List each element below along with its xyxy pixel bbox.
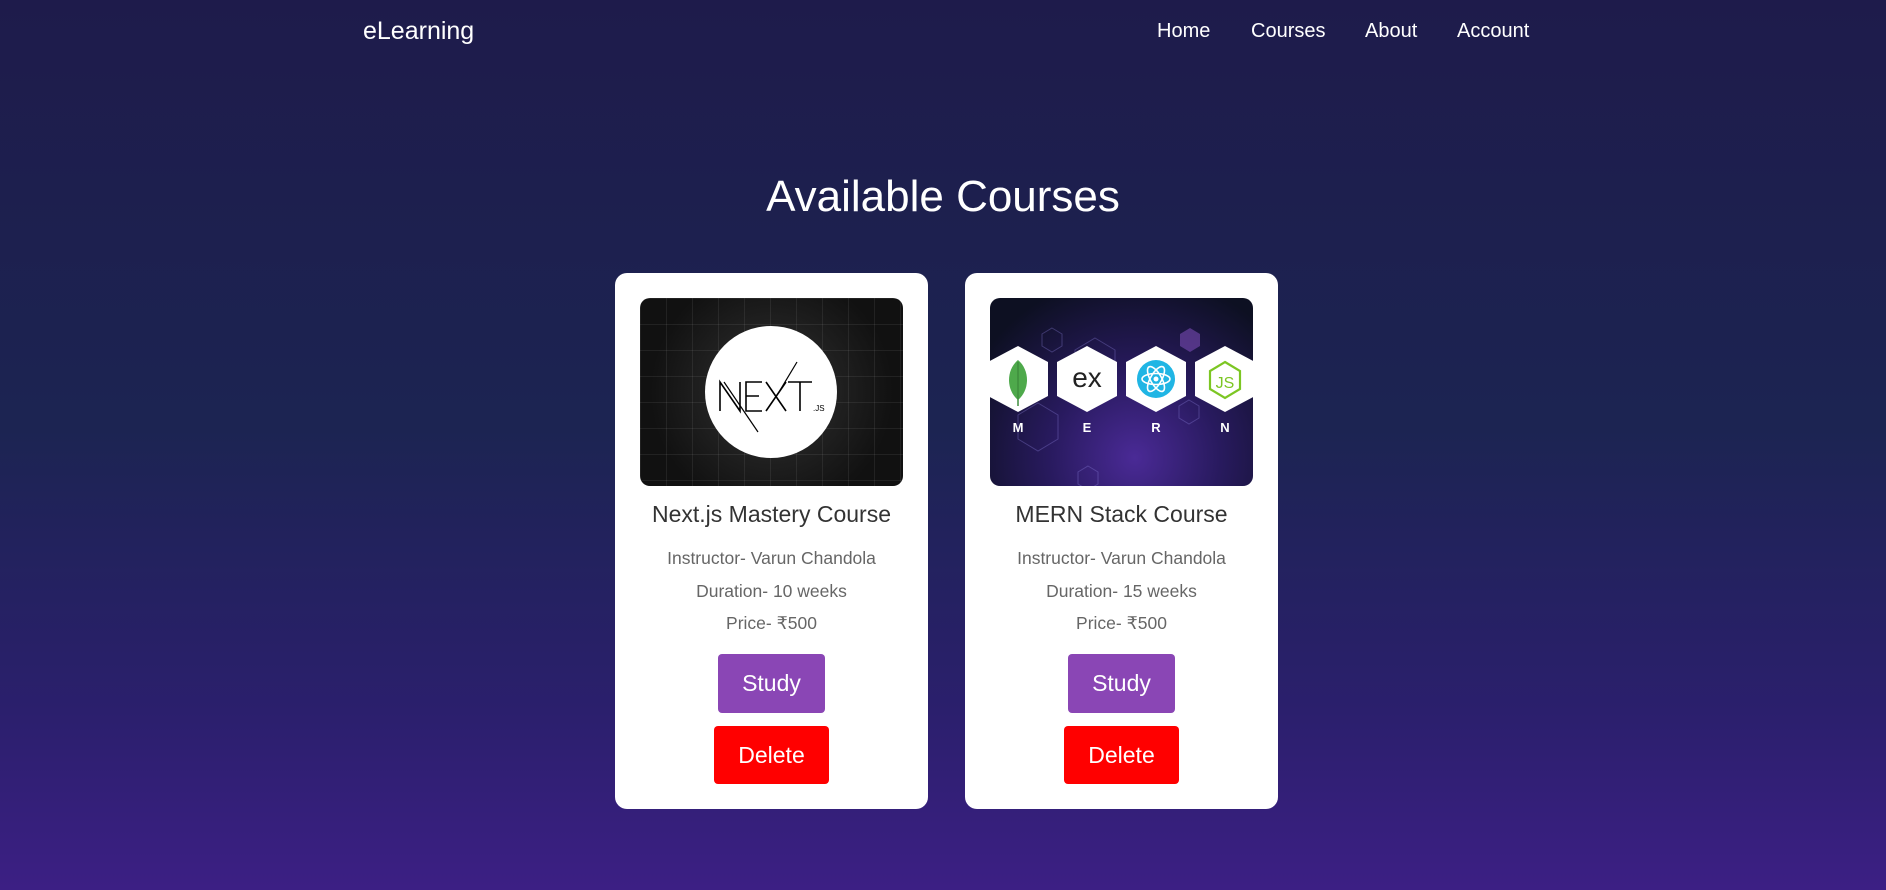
nav-link-courses[interactable]: Courses <box>1251 20 1325 43</box>
delete-button[interactable]: Delete <box>1064 726 1179 784</box>
mern-letter-m: M <box>1013 420 1024 435</box>
course-price: Price- ₹500 <box>1076 613 1167 633</box>
mern-stack-icon: ex JS M E R N <box>990 327 1253 486</box>
brand-logo[interactable]: eLearning <box>363 17 474 46</box>
course-thumbnail-mern: ex JS M E R N <box>990 298 1253 486</box>
course-card-mern: ex JS M E R N MERN Stack Course Instruct… <box>965 273 1278 809</box>
nav-link-about[interactable]: About <box>1365 20 1417 43</box>
study-button[interactable]: Study <box>718 654 825 713</box>
nav-link-account[interactable]: Account <box>1457 20 1529 43</box>
course-duration: Duration- 10 weeks <box>696 581 847 601</box>
course-title: Next.js Mastery Course <box>651 501 891 527</box>
course-instructor: Instructor- Varun Chandola <box>1017 548 1226 568</box>
mern-letter-r: R <box>1151 420 1161 435</box>
page-title: Available Courses <box>766 172 1120 221</box>
course-card-nextjs: .JS Next.js Mastery Course Instructor- V… <box>615 273 928 809</box>
course-duration: Duration- 15 weeks <box>1046 581 1197 601</box>
nextjs-logo-icon: .JS <box>705 326 837 458</box>
mern-letter-e: E <box>1083 420 1092 435</box>
study-button[interactable]: Study <box>1068 654 1175 713</box>
navbar: eLearning Home Courses About Account <box>0 0 1886 62</box>
nav-link-home[interactable]: Home <box>1157 20 1210 43</box>
course-price: Price- ₹500 <box>726 613 817 633</box>
svg-text:ex: ex <box>1072 362 1102 393</box>
course-title: MERN Stack Course <box>1015 501 1228 527</box>
svg-text:.JS: .JS <box>813 404 825 413</box>
delete-button[interactable]: Delete <box>714 726 829 784</box>
svg-text:JS: JS <box>1216 375 1235 392</box>
mern-letter-n: N <box>1220 420 1229 435</box>
course-thumbnail-nextjs: .JS <box>640 298 903 486</box>
course-instructor: Instructor- Varun Chandola <box>667 548 876 568</box>
